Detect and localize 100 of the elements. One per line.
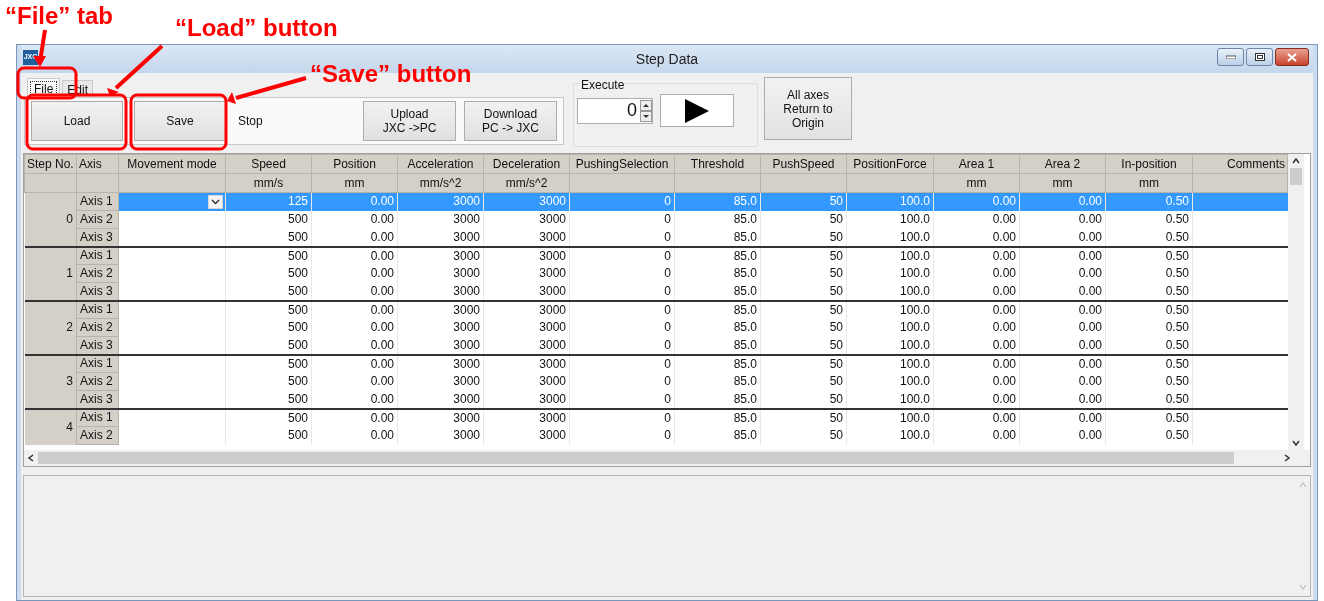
column-header[interactable]: PositionForce (846, 154, 934, 174)
table-cell: 0.00 (311, 426, 398, 445)
spin-up-icon[interactable] (640, 99, 652, 111)
scrollbar-thumb[interactable] (38, 452, 1234, 464)
column-header[interactable]: Area 2 (1019, 154, 1106, 174)
status-text: Stop (238, 113, 263, 130)
run-button[interactable] (660, 94, 734, 127)
table-cell: 85.0 (674, 354, 761, 373)
column-header[interactable]: PushingSelection (569, 154, 675, 174)
table-cell: 0.00 (1019, 264, 1106, 283)
vertical-scrollbar[interactable] (1288, 154, 1304, 450)
column-header[interactable]: In-position (1105, 154, 1193, 174)
column-header[interactable]: PushSpeed (760, 154, 847, 174)
table-cell: 3000 (483, 390, 570, 409)
table-cell: 0.00 (933, 210, 1020, 229)
table-cell: 50 (760, 336, 847, 355)
column-header[interactable]: Comments (1192, 154, 1288, 174)
table-cell: 500 (225, 426, 312, 445)
table-cell: 85.0 (674, 336, 761, 355)
column-header[interactable]: Axis (76, 154, 119, 174)
save-button[interactable]: Save (134, 101, 226, 141)
spin-down-icon[interactable] (640, 110, 652, 122)
table-cell: 500 (225, 354, 312, 373)
table-cell: 0 (569, 210, 675, 229)
table-cell: 0.50 (1105, 390, 1193, 409)
table-cell: 3000 (397, 408, 484, 427)
column-header[interactable]: Speed (225, 154, 312, 174)
table-cell: 0 (569, 300, 675, 319)
step-number-spinner[interactable]: 0 (577, 97, 653, 124)
dropdown-caret-icon[interactable] (208, 194, 223, 209)
table-cell: 0.00 (311, 264, 398, 283)
table-cell: 3000 (483, 246, 570, 265)
close-button[interactable] (1275, 48, 1309, 66)
column-header[interactable]: Movement mode (118, 154, 226, 174)
table-cell: 0 (569, 390, 675, 409)
column-header[interactable]: Threshold (674, 154, 761, 174)
scrollbar-thumb[interactable] (1290, 168, 1302, 185)
table-cell: 500 (225, 228, 312, 247)
column-header[interactable]: Area 1 (933, 154, 1020, 174)
load-button[interactable]: Load (31, 101, 123, 141)
table-cell: 100.0 (846, 210, 934, 229)
column-header[interactable]: Acceleration (397, 154, 484, 174)
table-cell: 100.0 (846, 336, 934, 355)
table-cell: 3000 (397, 426, 484, 445)
table-cell: 3000 (397, 210, 484, 229)
table-cell: 85.0 (674, 408, 761, 427)
table-cell: 3000 (483, 408, 570, 427)
table-cell: 0.00 (933, 336, 1020, 355)
download-button[interactable]: Download PC -> JXC (464, 101, 557, 141)
step-number-cell: 4 (24, 408, 77, 445)
table-cell: 500 (225, 282, 312, 301)
table-cell: 3000 (397, 318, 484, 337)
table-cell: 0.00 (311, 390, 398, 409)
horizontal-scrollbar[interactable] (24, 450, 1310, 466)
column-header[interactable]: Deceleration (483, 154, 570, 174)
table-cell: 0.50 (1105, 354, 1193, 373)
table-cell: 3000 (483, 210, 570, 229)
table-cell: 500 (225, 318, 312, 337)
column-header[interactable]: Position (311, 154, 398, 174)
upload-button[interactable]: Upload JXC ->PC (363, 101, 456, 141)
step-number-cell: 1 (24, 246, 77, 301)
return-to-origin-button[interactable]: All axes Return to Origin (764, 77, 852, 140)
table-cell: 3000 (397, 300, 484, 319)
table-cell: 3000 (483, 318, 570, 337)
table-cell: 0.00 (933, 408, 1020, 427)
table-cell: 100.0 (846, 228, 934, 247)
table-cell: 85.0 (674, 246, 761, 265)
axis-cell: Axis 1 (76, 408, 119, 427)
table-cell: 100.0 (846, 246, 934, 265)
table-cell: 3000 (483, 372, 570, 391)
table-cell: 500 (225, 264, 312, 283)
step-number-cell: 0 (24, 192, 77, 247)
table-cell: 0.00 (933, 354, 1020, 373)
table-cell: 85.0 (674, 228, 761, 247)
close-icon (1287, 52, 1297, 62)
table-cell: 3000 (397, 228, 484, 247)
table-cell: 500 (225, 300, 312, 319)
table-cell: 100.0 (846, 300, 934, 319)
table-cell: 0.50 (1105, 282, 1193, 301)
table-cell: 0.00 (933, 246, 1020, 265)
table-cell: 50 (760, 228, 847, 247)
table-cell: 85.0 (674, 210, 761, 229)
table-cell: 0.00 (1019, 390, 1106, 409)
table-cell: 0.00 (933, 390, 1020, 409)
table-cell: 500 (225, 246, 312, 265)
table-cell: 3000 (397, 390, 484, 409)
table-cell: 0.50 (1105, 246, 1193, 265)
step-number-cell: 3 (24, 354, 77, 409)
table-cell: 0.00 (933, 300, 1020, 319)
axis-cell: Axis 1 (76, 300, 119, 319)
minimize-icon (1225, 55, 1236, 59)
column-header[interactable]: Step No. (24, 154, 77, 174)
table-cell: 0.00 (1019, 210, 1106, 229)
table-cell: 0.00 (311, 408, 398, 427)
maximize-button[interactable] (1246, 48, 1273, 66)
table-cell: 100.0 (846, 390, 934, 409)
table-cell: 0.50 (1105, 408, 1193, 427)
table-cell: 0.50 (1105, 318, 1193, 337)
table-cell: 0.00 (1019, 336, 1106, 355)
table-cell: 500 (225, 210, 312, 229)
